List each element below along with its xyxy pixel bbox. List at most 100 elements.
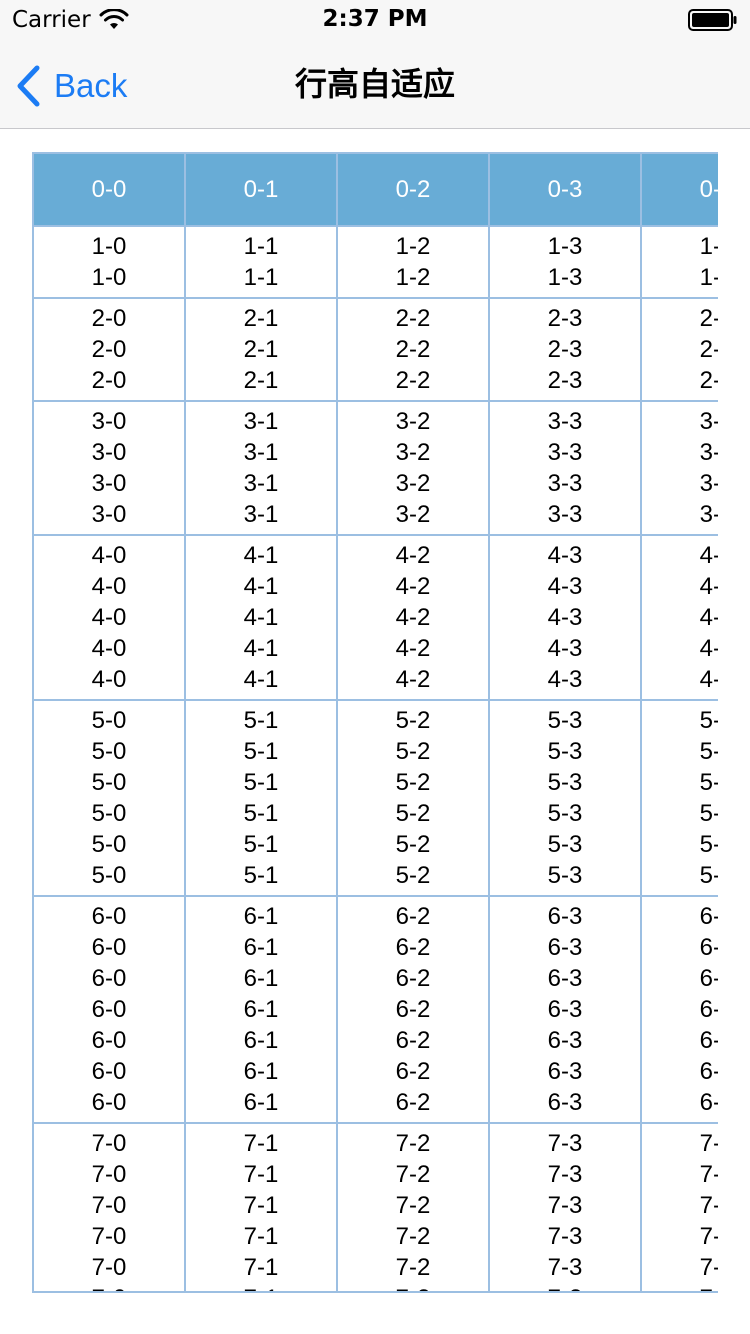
cell-text-line: 6-1: [243, 1027, 279, 1054]
cell-text-line: 4-4: [699, 666, 718, 693]
table-content: 0-00-10-20-30-41-01-01-11-11-21-21-31-31…: [34, 152, 718, 1291]
battery-icon: [688, 9, 737, 31]
table-row[interactable]: 5-0 5-0 5-0 5-0 5-0 5-0 5-1 5-1 5-1 5-1 5-1 5-1 5-2 5…: [34, 701, 718, 897]
cell-text-line: 3-0: [91, 470, 127, 497]
table-cell: 1-1 1-1: [186, 227, 338, 297]
table-row[interactable]: 6-0 6-0 6-0 6-0 6-0 6-0 6-0 6-1 6-1 6-1 6-1 6-1 6-1 6…: [34, 897, 718, 1124]
cell-text-line: 7-2: [395, 1130, 431, 1157]
table-cell: 5-1 5-1 5-1 5-1 5-1 5-1: [186, 701, 338, 895]
table-cell: 5-3 5-3 5-3 5-3 5-3 5-3: [490, 701, 642, 895]
cell-text-line: 3-0: [91, 408, 127, 435]
cell-text-line: 5-2: [395, 862, 431, 889]
cell-text-line: 5-3: [547, 831, 583, 858]
cell-text-line: 7-1: [243, 1254, 279, 1281]
cell-text-line: 7-0: [91, 1192, 127, 1219]
cell-text-line: 2-3: [547, 336, 583, 363]
cell-text-line: 7-1: [243, 1223, 279, 1250]
table-cell: 4-2 4-2 4-2 4-2 4-2: [338, 536, 490, 699]
table-row[interactable]: 4-0 4-0 4-0 4-0 4-0 4-1 4-1 4-1 4-1 4-1 4-2 4-2 4-2 4…: [34, 536, 718, 701]
table-cell: 5-2 5-2 5-2 5-2 5-2 5-2: [338, 701, 490, 895]
table-cell: 7-47-47-47-47-47-47-4: [642, 1124, 718, 1291]
cell-text-line: 4-4: [699, 573, 718, 600]
cell-text-line: 6-1: [243, 1089, 279, 1116]
cell-text-line: 3-1: [243, 439, 279, 466]
cell-text-line: 7-2: [395, 1192, 431, 1219]
cell-text-line: 7-2: [395, 1254, 431, 1281]
cell-text-line: 7-4: [699, 1161, 718, 1188]
cell-text-line: 6-0: [91, 1027, 127, 1054]
cell-text-line: 3-4: [699, 501, 718, 528]
cell-text-line: 6-4: [699, 965, 718, 992]
cell-text-line: 5-3: [547, 707, 583, 734]
table-row[interactable]: 7-07-07-07-07-07-07-07-17-17-17-17-17-17…: [34, 1124, 718, 1291]
table-cell: 1-0 1-0: [34, 227, 186, 297]
cell-text-line: 5-3: [547, 738, 583, 765]
table-cell: 2-1 2-1 2-1: [186, 299, 338, 400]
cell-text-line: 2-2: [395, 336, 431, 363]
table-row[interactable]: 1-01-01-11-11-21-21-31-31-41-4: [34, 227, 718, 299]
cell-text-line: 6-2: [395, 1058, 431, 1085]
cell-text-line: 2-2: [395, 305, 431, 332]
table-cell: 3-1 3-1 3-1 3-1: [186, 402, 338, 534]
cell-text-line: 4-0: [91, 604, 127, 631]
table-cell: 2-2 2-2 2-2: [338, 299, 490, 400]
cell-text-line: 7-1: [243, 1192, 279, 1219]
cell-text-line: 1-2: [395, 233, 431, 260]
cell-text-line: 6-2: [395, 996, 431, 1023]
cell-text-line: 1-4: [699, 264, 718, 291]
cell-text-line: 4-3: [547, 542, 583, 569]
cell-text-line: 6-4: [699, 996, 718, 1023]
cell-text-line: 4-1: [243, 666, 279, 693]
cell-text-line: 6-1: [243, 903, 279, 930]
cell-text-line: 4-1: [243, 604, 279, 631]
cell-text-line: 4-3: [547, 666, 583, 693]
table-cell: 5-0 5-0 5-0 5-0 5-0 5-0: [34, 701, 186, 895]
cell-text-line: 6-4: [699, 903, 718, 930]
cell-text-line: 5-1: [243, 738, 279, 765]
table-cell: 7-07-07-07-07-07-07-0: [34, 1124, 186, 1291]
cell-text-line: 5-1: [243, 831, 279, 858]
cell-text-line: 2-1: [243, 336, 279, 363]
table-cell: 3-3 3-3 3-3 3-3: [490, 402, 642, 534]
cell-text-line: 6-0: [91, 996, 127, 1023]
cell-text-line: 4-3: [547, 635, 583, 662]
cell-text-line: 6-1: [243, 965, 279, 992]
cell-text-line: 4-3: [547, 604, 583, 631]
cell-text-line: 7-3: [547, 1254, 583, 1281]
cell-text-line: 5-4: [699, 769, 718, 796]
cell-text-line: 7-1: [244, 1283, 279, 1291]
status-time: 2:37 PM: [322, 6, 428, 32]
cell-text-line: 3-1: [243, 408, 279, 435]
cell-text-line: 3-4: [699, 439, 718, 466]
cell-text-line: 5-1: [243, 769, 279, 796]
table-cell: 3-4 3-4 3-4 3-4: [642, 402, 718, 534]
table-cell: 2-4 2-4 2-4: [642, 299, 718, 400]
cell-text-line: 3-3: [547, 501, 583, 528]
cell-text-line: 6-0: [91, 965, 127, 992]
cell-text-line: 2-4: [699, 305, 718, 332]
cell-text-line: 3-2: [395, 470, 431, 497]
cell-text-line: 4-4: [699, 542, 718, 569]
cell-text-line: 1-1: [243, 264, 279, 291]
cell-text-line: 5-3: [547, 769, 583, 796]
table-cell: 3-0 3-0 3-0 3-0: [34, 402, 186, 534]
cell-text-line: 5-1: [243, 707, 279, 734]
status-bar: Carrier 2:37 PM: [0, 0, 750, 40]
table-row[interactable]: 3-0 3-0 3-0 3-0 3-1 3-1 3-1 3-1 3-2 3-2 3-2 3-2 3-3 3…: [34, 402, 718, 536]
cell-text-line: 5-2: [395, 831, 431, 858]
cell-text-line: 5-0: [91, 738, 127, 765]
cell-text-line: 3-4: [699, 408, 718, 435]
cell-text-line: 7-3: [547, 1192, 583, 1219]
cell-text-line: 6-4: [699, 934, 718, 961]
cell-text-line: 7-3: [547, 1130, 583, 1157]
adaptive-row-height-table[interactable]: 0-00-10-20-30-41-01-01-11-11-21-21-31-31…: [32, 152, 718, 1293]
table-row[interactable]: 2-02-02-02-12-12-12-22-22-22-32-32-32-42…: [34, 299, 718, 402]
table-cell: 6-4 6-4 6-4 6-4 6-4 6-4 6-4: [642, 897, 718, 1122]
cell-text-line: 2-1: [243, 305, 279, 332]
cell-text-line: 7-4: [699, 1192, 718, 1219]
cell-text-line: 6-2: [395, 903, 431, 930]
cell-text-line: 7-2: [396, 1283, 431, 1291]
table-cell: 2-3 2-3 2-3: [490, 299, 642, 400]
cell-text-line: 5-2: [395, 800, 431, 827]
cell-text-line: 4-2: [395, 542, 431, 569]
